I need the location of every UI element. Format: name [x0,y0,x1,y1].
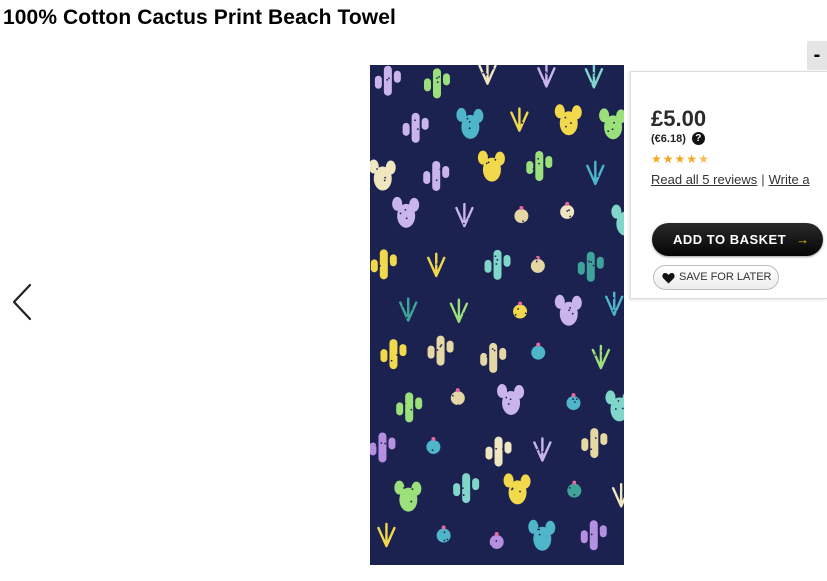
alt-price: (€6.18) [651,132,686,145]
arrow-right-icon: → [796,232,810,247]
chevron-left-icon [12,283,32,321]
product-title: 100% Cotton Cactus Print Beach Towel [3,6,396,29]
reviews-row: Read all 5 reviews | Write a [651,172,810,187]
buy-panel: £5.00 (€6.18) ? ★ ★ ★ ★ ★ Read all 5 rev… [630,71,827,299]
help-icon[interactable]: ? [691,132,705,145]
star-icon: ★ [674,152,686,166]
cactus-pattern [370,65,624,565]
collapse-button[interactable]: - [807,41,827,70]
star-icon: ★ [686,152,698,166]
product-image[interactable] [370,65,624,565]
previous-image-button[interactable] [6,280,38,324]
write-review-link[interactable]: Write a [769,172,810,187]
read-reviews-link[interactable]: Read all 5 reviews [651,172,757,187]
heart-icon [662,272,675,283]
save-for-later-button[interactable]: SAVE FOR LATER [653,265,779,290]
star-icon: ★ [662,152,674,166]
rating-stars: ★ ★ ★ ★ ★ [651,153,709,165]
price: £5.00 [651,106,707,131]
half-star-icon: ★ [698,152,709,166]
add-to-basket-label: ADD TO BASKET [673,232,787,247]
star-icon: ★ [651,152,662,166]
add-to-basket-button[interactable]: ADD TO BASKET → [652,223,823,256]
separator: | [761,172,765,187]
alt-price-row: (€6.18) ? [651,132,705,145]
save-for-later-label: SAVE FOR LATER [679,271,772,283]
